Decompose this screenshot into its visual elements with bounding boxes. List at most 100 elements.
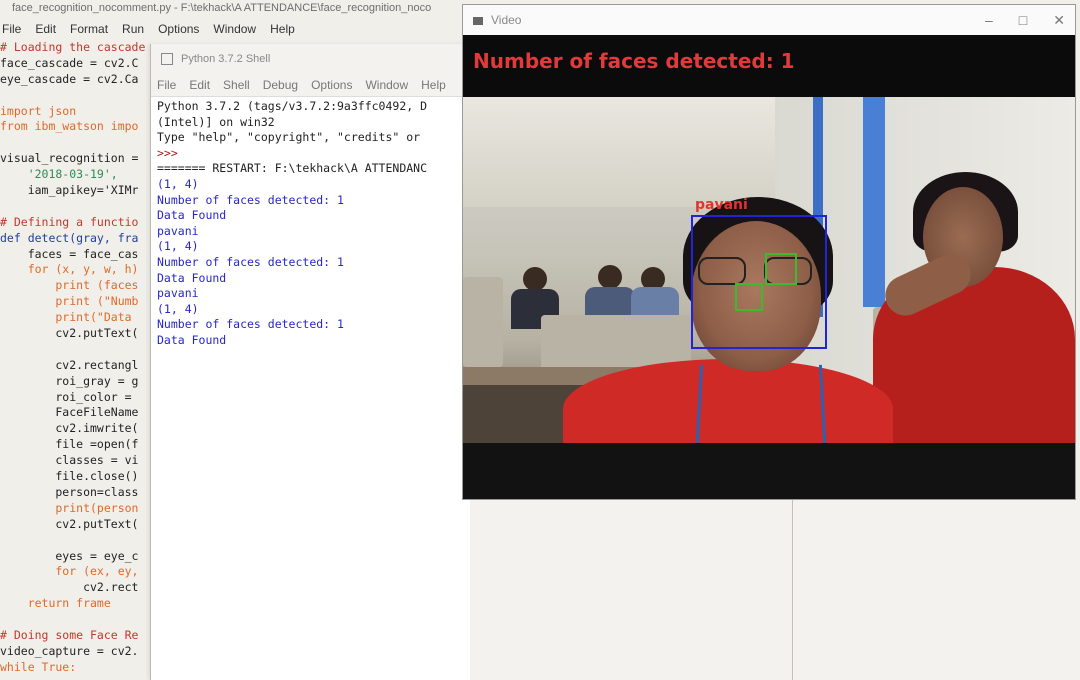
shell-line: (1, 4) <box>157 176 199 191</box>
camera-image: pavani <box>463 97 1075 443</box>
shell-menu-debug[interactable]: Debug <box>263 74 298 96</box>
chair <box>463 277 503 367</box>
shell-line: (1, 4) <box>157 239 199 254</box>
minimize-icon[interactable]: – <box>985 5 993 35</box>
eye-detection-box <box>765 253 797 285</box>
shell-line: (1, 4) <box>157 301 199 316</box>
code-line: visual_recognition = <box>0 151 139 166</box>
code-line: FaceFileName <box>0 405 139 420</box>
shell-line: >>> <box>157 145 178 160</box>
code-line: eye_cascade = cv2.Ca <box>0 71 139 86</box>
shell-line: Number of faces detected: 1 <box>157 254 344 269</box>
maximize-icon[interactable]: □ <box>1019 5 1027 35</box>
shell-menu-options[interactable]: Options <box>311 74 352 96</box>
video-bottom-bar <box>463 443 1075 499</box>
python-shell-icon <box>161 53 173 66</box>
shell-menu-window[interactable]: Window <box>365 74 408 96</box>
divider <box>792 500 793 680</box>
code-line: cv2.putText( <box>0 326 139 341</box>
blue-pillar <box>863 97 885 307</box>
shell-line: Number of faces detected: 1 <box>157 317 344 332</box>
code-line: classes = vi <box>0 453 139 468</box>
eye-detection-box <box>735 283 763 311</box>
code-line: while True: <box>0 659 77 674</box>
editor-menu-help[interactable]: Help <box>270 18 295 40</box>
video-titlebar: Video – □ ✕ <box>463 5 1075 35</box>
code-line: print(person <box>0 500 139 515</box>
shell-title: Python 3.7.2 Shell <box>181 53 271 65</box>
code-line: return frame <box>0 596 111 611</box>
code-line: cv2.rectangl <box>0 357 139 372</box>
code-line: cv2.imwrite( <box>0 421 139 436</box>
code-line: def detect(gray, fra <box>0 230 139 245</box>
editor-menu-options[interactable]: Options <box>158 18 199 40</box>
shell-line: Data Found <box>157 270 227 285</box>
editor-menu-run[interactable]: Run <box>122 18 144 40</box>
shell-line: ======= RESTART: F:\tekhack\A ATTENDANC <box>157 161 428 176</box>
code-line: file =open(f <box>0 437 139 452</box>
editor-title: face_recognition_nocomment.py - F:\tekha… <box>12 2 432 14</box>
editor-menu-edit[interactable]: Edit <box>35 18 56 40</box>
code-line: video_capture = cv2. <box>0 643 139 658</box>
student-head <box>598 265 622 289</box>
face-detection-box <box>691 215 827 349</box>
code-line: import json <box>0 103 77 118</box>
code-line: iam_apikey='XIMr <box>0 183 139 198</box>
code-line: for (x, y, w, h) <box>0 262 139 277</box>
video-frame: Number of faces detected: 1 pavani <box>463 35 1075 499</box>
video-window-icon <box>473 16 483 25</box>
code-line: for (ex, ey, <box>0 564 139 579</box>
video-title: Video <box>491 13 522 27</box>
student-head <box>523 267 547 291</box>
code-line: print ("Numb <box>0 294 139 309</box>
code-line: roi_color = <box>0 389 139 404</box>
close-icon[interactable]: ✕ <box>1053 5 1065 35</box>
shell-output[interactable]: Python 3.7.2 (tags/v3.7.2:9a3ffc0492, D(… <box>157 99 467 349</box>
code-line: print (faces <box>0 278 139 293</box>
code-line: # Defining a functio <box>0 214 139 229</box>
editor-menu-file[interactable]: File <box>2 18 21 40</box>
shell-menu-help[interactable]: Help <box>421 74 446 96</box>
code-line: eyes = eye_c <box>0 548 139 563</box>
shell-menu-file[interactable]: File <box>157 74 176 96</box>
editor-menu-format[interactable]: Format <box>70 18 108 40</box>
code-line: file.close() <box>0 469 139 484</box>
code-line: roi_gray = g <box>0 373 139 388</box>
shell-line: Python 3.7.2 (tags/v3.7.2:9a3ffc0492, D <box>157 99 428 113</box>
code-line: face_cascade = cv2.C <box>0 55 139 70</box>
shell-line: Number of faces detected: 1 <box>157 192 344 207</box>
code-line: print("Data <box>0 310 139 325</box>
background-area <box>470 500 1080 680</box>
code-line: from ibm_watson impo <box>0 119 139 134</box>
code-line: '2018-03-19', <box>0 167 118 182</box>
shell-line: (Intel)] on win32 <box>157 114 275 129</box>
editor-menu-window[interactable]: Window <box>213 18 256 40</box>
code-line: # Loading the cascade <box>0 40 146 54</box>
shell-menu-edit[interactable]: Edit <box>189 74 210 96</box>
shell-line: Type "help", "copyright", "credits" or <box>157 130 421 145</box>
shell-menubar: File Edit Shell Debug Options Window Hel… <box>151 74 477 97</box>
editor-menubar: File Edit Format Run Options Window Help <box>0 18 472 40</box>
shell-window: Python 3.7.2 Shell File Edit Shell Debug… <box>150 44 477 680</box>
window-controls: – □ ✕ <box>985 5 1065 35</box>
shell-line: Data Found <box>157 332 227 347</box>
face-name-label: pavani <box>695 197 748 213</box>
shell-titlebar: Python 3.7.2 Shell <box>151 44 471 74</box>
shell-line: pavani <box>157 223 199 238</box>
shell-menu-shell[interactable]: Shell <box>223 74 250 96</box>
video-window: Video – □ ✕ Number of faces detected: 1 <box>462 4 1076 500</box>
shell-line: pavani <box>157 286 199 301</box>
editor-code-area[interactable]: # Loading the cascade face_cascade = cv2.… <box>0 40 170 680</box>
code-line: faces = face_cas <box>0 246 139 261</box>
code-line: person=class <box>0 484 139 499</box>
shell-line: Data Found <box>157 208 227 223</box>
faces-detected-overlay: Number of faces detected: 1 <box>473 49 795 73</box>
lanyard <box>695 364 827 443</box>
code-line: cv2.putText( <box>0 516 139 531</box>
